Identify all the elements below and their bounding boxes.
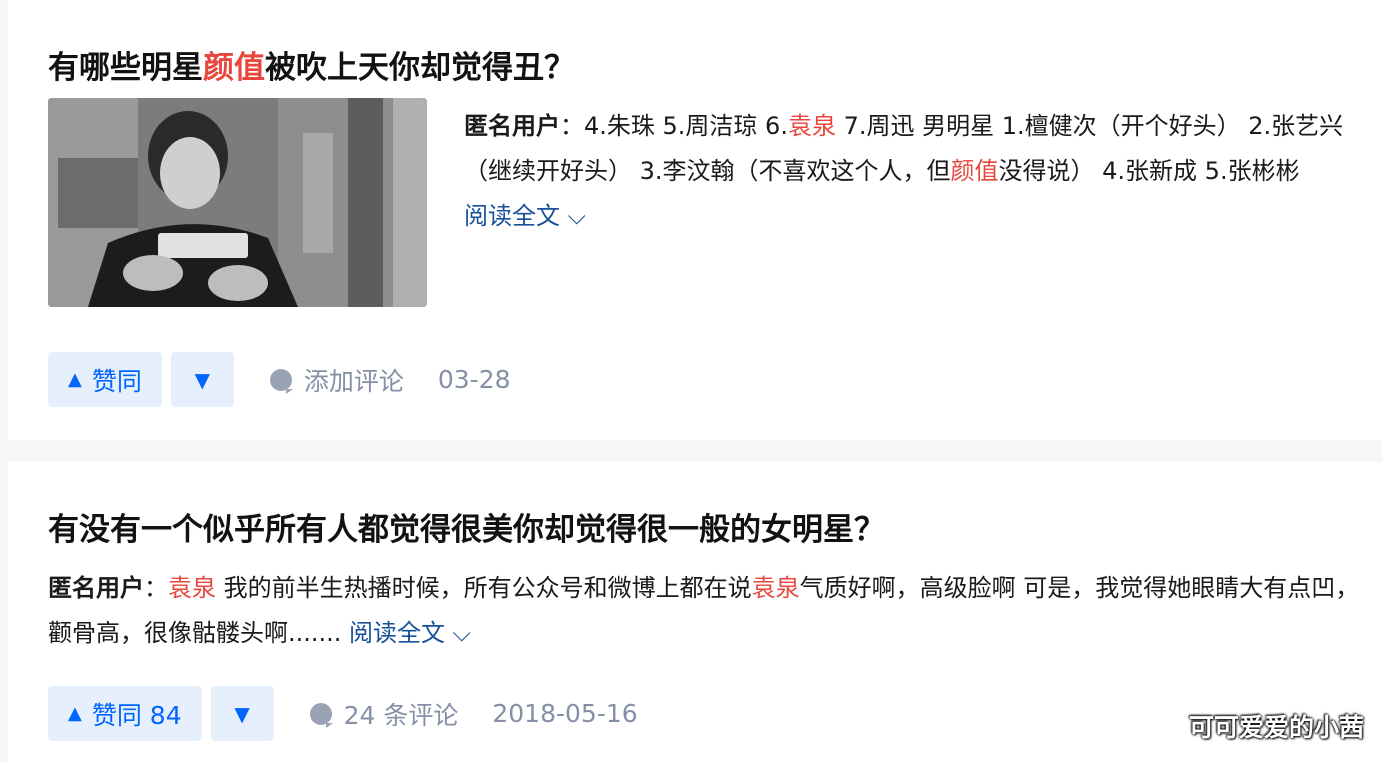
comment-bubble-icon [269,368,293,394]
upvote-button[interactable]: ▲ 赞同 84 [48,686,202,741]
answer-excerpt[interactable]: 匿名用户：4.朱珠 5.周洁琼 6.袁泉 7.周迅 男明星 1.檀健次（开个好头… [464,104,1354,239]
triangle-up-icon: ▲ [68,703,82,724]
read-more-link[interactable]: 阅读全文 ⌵ [349,619,471,647]
downvote-button[interactable]: ▼ [210,686,274,741]
author-name: 匿名用户 [464,112,560,140]
upvote-label: 赞同 84 [91,700,182,730]
comment-bubble-icon [309,702,333,728]
answer-thumbnail[interactable] [48,98,427,307]
answer-card-2: 有没有一个似乎所有人都觉得很美你却觉得很一般的女明星？ 匿名用户：袁泉 我的前半… [8,462,1382,762]
comment-button[interactable]: 24 条评论 [309,696,459,732]
action-bar: ▲ 赞同 ▼ 添加评论 03-28 [48,352,511,407]
highlight-keyword: 颜值 [950,157,999,185]
answer-date: 2018-05-16 [492,699,638,728]
answer-card-1: 有哪些明星颜值被吹上天你却觉得丑？ 匿名用户：4.朱珠 5.周洁琼 6.袁泉 7… [8,0,1382,440]
read-more-link[interactable]: 阅读全文 ⌵ [464,202,586,230]
highlight-keyword: 袁泉 [168,574,216,602]
upvote-button[interactable]: ▲ 赞同 [48,352,162,407]
action-bar: ▲ 赞同 84 ▼ 24 条评论 2018-05-16 [48,686,638,741]
highlight-keyword: 袁泉 [787,112,836,140]
answer-date: 03-28 [437,365,511,394]
answer-excerpt[interactable]: 匿名用户：袁泉 我的前半生热播时候，所有公众号和微博上都在说袁泉气质好啊，高级脸… [48,566,1368,656]
triangle-down-icon: ▼ [234,701,250,726]
highlight-keyword: 袁泉 [751,574,800,602]
highlight-keyword: 颜值 [203,50,265,86]
comment-label: 添加评论 [303,366,404,396]
author-name: 匿名用户 [48,574,144,602]
question-title[interactable]: 有哪些明星颜值被吹上天你却觉得丑？ [48,48,575,88]
watermark: 可可爱爱的小茜 [1188,713,1364,742]
person-photo [48,98,427,307]
comment-button[interactable]: 添加评论 [269,362,404,398]
question-title[interactable]: 有没有一个似乎所有人都觉得很美你却觉得很一般的女明星？ [48,510,885,550]
comment-count: 24 条评论 [343,700,459,730]
triangle-up-icon: ▲ [68,369,82,390]
triangle-down-icon: ▼ [194,367,211,392]
downvote-button[interactable]: ▼ [170,352,234,407]
upvote-label: 赞同 [91,366,142,396]
